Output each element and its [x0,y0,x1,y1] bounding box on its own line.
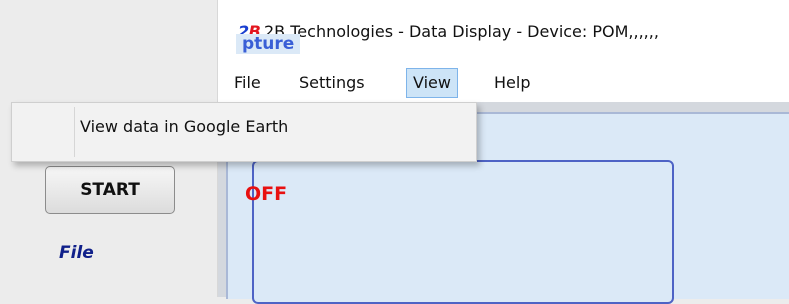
capture-group-title: pture [236,34,301,54]
menu-bar: File Settings View Help [218,62,789,102]
menu-view[interactable]: View [406,68,458,98]
capture-group-box [252,160,674,304]
menu-item-view-google-earth[interactable]: View data in Google Earth [80,117,288,136]
view-menu-dropdown: View data in Google Earth [11,102,477,162]
title-bar: 2B 2B Technologies - Data Display - Devi… [218,0,789,62]
menu-file[interactable]: File [228,68,267,98]
capture-status: OFF [245,183,288,205]
file-label: File [59,243,94,263]
dropdown-icon-gutter-divider [74,107,75,157]
menu-help[interactable]: Help [488,68,536,98]
window-title: 2B Technologies - Data Display - Device:… [264,22,659,41]
start-button[interactable]: START [45,166,175,214]
menu-settings[interactable]: Settings [293,68,371,98]
